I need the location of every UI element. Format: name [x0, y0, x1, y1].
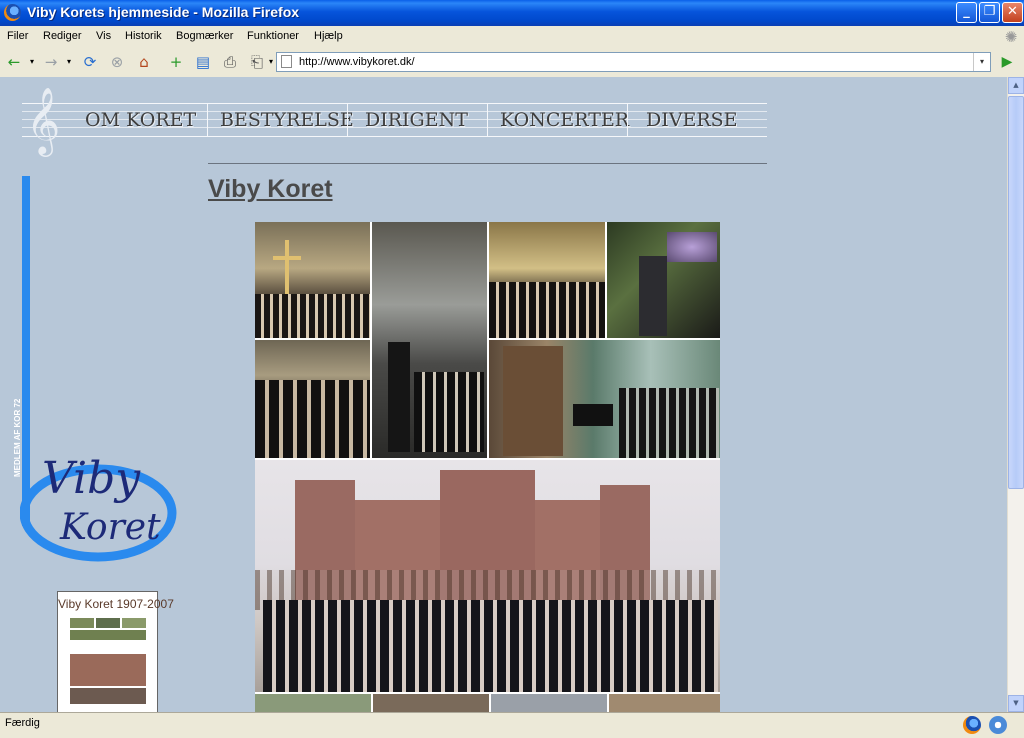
- go-icon[interactable]: ▶: [997, 53, 1017, 71]
- scroll-up-icon[interactable]: ▲: [1008, 77, 1024, 94]
- menu-item-bogmaerker[interactable]: Bogmærker: [176, 30, 233, 42]
- main-navigation: 𝄞 OM KORET BESTYRELSE DIRIGENT KONCERTER…: [22, 90, 767, 150]
- page-icon: [281, 55, 292, 68]
- reload-icon[interactable]: ⟳: [79, 52, 101, 72]
- close-button[interactable]: ✕: [1002, 2, 1023, 23]
- maximize-button[interactable]: ❐: [979, 2, 1000, 23]
- home-icon[interactable]: ⌂: [133, 52, 155, 72]
- menu-item-filer[interactable]: Filer: [7, 30, 28, 42]
- history-icon[interactable]: ⎙: [219, 52, 241, 72]
- forward-icon[interactable]: →: [40, 52, 62, 72]
- photo-strip-3: [491, 694, 607, 712]
- update-status-icon[interactable]: [989, 716, 1007, 734]
- vertical-scrollbar[interactable]: ▲ ▼: [1007, 77, 1024, 712]
- title-rule: [208, 163, 767, 164]
- back-dropdown-icon[interactable]: ▾: [27, 52, 37, 72]
- throbber-icon: ✺: [1004, 28, 1018, 46]
- photo-pillars-choir: [489, 222, 605, 338]
- nav-koncerter[interactable]: KONCERTER: [500, 104, 629, 136]
- address-bar[interactable]: ▾: [276, 52, 991, 72]
- photo-strip-2: [373, 694, 489, 712]
- photo-conductor: [372, 222, 487, 458]
- menu-item-historik[interactable]: Historik: [125, 30, 162, 42]
- photo-strip-1: [255, 694, 371, 712]
- stop-icon[interactable]: ⊗: [106, 52, 128, 72]
- menu-item-hjaelp[interactable]: Hjælp: [314, 30, 343, 42]
- photo-choir-closeup: [255, 340, 370, 458]
- menu-item-funktioner[interactable]: Funktioner: [247, 30, 299, 42]
- menu-item-rediger[interactable]: Rediger: [43, 30, 82, 42]
- page-viewport: 𝄞 OM KORET BESTYRELSE DIRIGENT KONCERTER…: [0, 77, 1007, 712]
- book-title: Viby Koret 1907-2007: [58, 597, 174, 611]
- anniversary-book[interactable]: Viby Koret 1907-2007: [57, 591, 174, 712]
- nav-om-koret[interactable]: OM KORET: [85, 104, 196, 136]
- status-bar: Færdig: [0, 712, 1024, 738]
- logo-text-koret: Koret: [59, 507, 161, 548]
- window-titlebar: Viby Korets hjemmeside - Mozilla Firefox…: [0, 0, 1024, 26]
- scroll-down-icon[interactable]: ▼: [1008, 695, 1024, 712]
- status-text: Færdig: [5, 717, 40, 729]
- nav-diverse[interactable]: DIVERSE: [646, 104, 738, 136]
- minimize-button[interactable]: _: [956, 2, 977, 23]
- menu-item-vis[interactable]: Vis: [96, 30, 111, 42]
- url-input[interactable]: [299, 54, 969, 70]
- scrollbar-thumb[interactable]: [1008, 96, 1024, 489]
- new-tab-icon[interactable]: +: [165, 52, 187, 72]
- logo-text-viby: Viby: [42, 453, 141, 504]
- viby-koret-logo[interactable]: Viby Koret: [20, 431, 178, 571]
- photo-concert-hall: [489, 340, 720, 458]
- photo-flower-conductor: [607, 222, 720, 338]
- firefox-icon: [4, 4, 21, 21]
- page-title[interactable]: Viby Koret: [208, 175, 333, 204]
- print-icon[interactable]: ⎗: [246, 52, 268, 72]
- nav-dirigent[interactable]: DIRIGENT: [365, 104, 468, 136]
- back-icon[interactable]: ←: [3, 52, 25, 72]
- menu-bar: Filer Rediger Vis Historik Bogmærker Fun…: [0, 26, 1024, 49]
- photo-castle-choir: [255, 460, 720, 692]
- nav-bestyrelse[interactable]: BESTYRELSE: [220, 104, 354, 136]
- bookmarks-icon[interactable]: ▤: [192, 52, 214, 72]
- forward-dropdown-icon[interactable]: ▾: [64, 52, 74, 72]
- photo-strip-4: [609, 694, 720, 712]
- navigation-toolbar: ← ▾ → ▾ ⟳ ⊗ ⌂ + ▤ ⎙ ⎗ ▾ ▾ ▶: [0, 48, 1024, 78]
- print-dropdown-icon[interactable]: ▾: [266, 52, 276, 72]
- firefox-status-icon[interactable]: [963, 716, 981, 734]
- url-dropdown-icon[interactable]: ▾: [973, 53, 990, 71]
- photo-collage: [255, 222, 720, 712]
- treble-clef-icon: 𝄞: [26, 86, 61, 154]
- photo-church-choir: [255, 222, 370, 338]
- window-title: Viby Korets hjemmeside - Mozilla Firefox: [27, 4, 300, 20]
